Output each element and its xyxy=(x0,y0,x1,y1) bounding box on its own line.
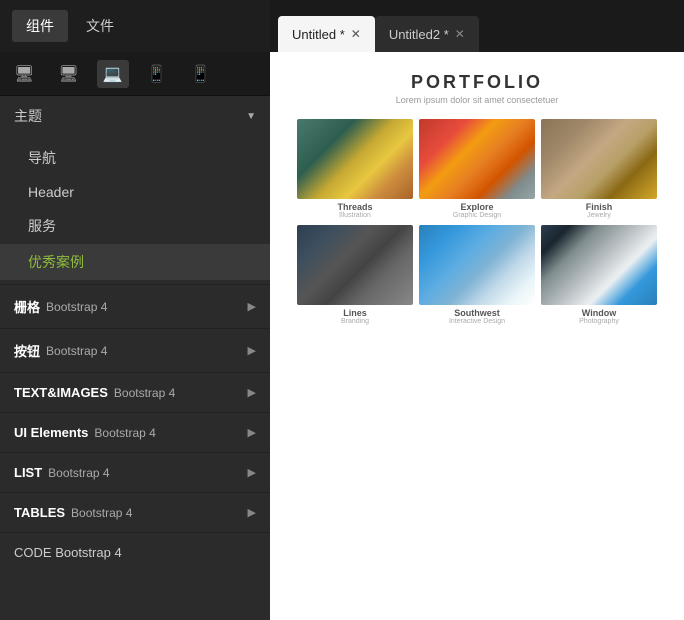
section-list-bold: LIST xyxy=(14,465,42,480)
portfolio-subtitle: Lorem ipsum dolor sit amet consectetuer xyxy=(280,95,674,105)
portfolio-item-threads-name: Threads xyxy=(297,202,413,212)
list-item: Southwest Interactive Design xyxy=(419,225,535,325)
section-grid-bold: 栅格 xyxy=(14,297,40,316)
section-code-bold: CODE xyxy=(14,545,52,560)
section-grid-sub: Bootstrap 4 xyxy=(46,300,107,314)
document-tabs-bar: Untitled * ✕ Untitled2 * ✕ xyxy=(270,0,684,52)
sidebar-content: 主题 ▼ 导航 Header 服务 优秀案例 栅格 Bootstrap 4 ▶ … xyxy=(0,96,270,620)
section-text-images-chevron-icon: ▶ xyxy=(248,386,256,399)
portfolio-preview: PORTFOLIO Lorem ipsum dolor sit amet con… xyxy=(280,72,674,325)
theme-label: 主题 xyxy=(14,106,42,126)
content-panel: PORTFOLIO Lorem ipsum dolor sit amet con… xyxy=(270,52,684,620)
list-item: Finish Jewelry xyxy=(541,119,657,219)
section-list-label: LIST Bootstrap 4 xyxy=(14,465,110,480)
theme-item-navigation[interactable]: 导航 xyxy=(0,140,270,176)
section-text-images-sub: Bootstrap 4 xyxy=(114,386,175,400)
section-text-images-bold: TEXT&IMAGES xyxy=(14,385,108,400)
portfolio-item-explore-name: Explore xyxy=(419,202,535,212)
portfolio-item-threads xyxy=(297,119,413,199)
section-ui-elements-chevron-icon: ▶ xyxy=(248,426,256,439)
doc-tab-untitled2[interactable]: Untitled2 * ✕ xyxy=(375,16,479,52)
section-code-label: CODE Bootstrap 4 xyxy=(14,545,122,560)
section-code-sub: Bootstrap 4 xyxy=(55,545,122,560)
sidebar: 🖥 🖥 💻 📱 📱 主题 ▼ 导航 Header 服务 优秀案例 栅格 xyxy=(0,52,270,620)
portfolio-item-window-name: Window xyxy=(541,308,657,318)
doc-tab-untitled2-label: Untitled2 * xyxy=(389,27,449,42)
section-grid[interactable]: 栅格 Bootstrap 4 ▶ xyxy=(0,284,270,328)
theme-items-list: 导航 Header 服务 优秀案例 xyxy=(0,136,270,284)
portfolio-item-window xyxy=(541,225,657,305)
portfolio-grid: Threads Illustration Explore Graphic Des… xyxy=(297,119,657,325)
theme-item-header[interactable]: Header xyxy=(0,176,270,208)
canvas-area: PORTFOLIO Lorem ipsum dolor sit amet con… xyxy=(270,52,684,620)
theme-item-services[interactable]: 服务 xyxy=(0,208,270,244)
section-buttons-chevron-icon: ▶ xyxy=(248,344,256,357)
monitor-icon[interactable]: 🖥 xyxy=(52,60,84,88)
section-buttons-label: 按钮 Bootstrap 4 xyxy=(14,341,107,360)
section-list-sub: Bootstrap 4 xyxy=(48,466,109,480)
phone-icon[interactable]: 📱 xyxy=(184,60,216,88)
section-tables[interactable]: TABLES Bootstrap 4 ▶ xyxy=(0,492,270,532)
section-code[interactable]: CODE Bootstrap 4 xyxy=(0,532,270,572)
viewport-toolbar: 🖥 🖥 💻 📱 📱 xyxy=(0,52,270,96)
portfolio-item-lines xyxy=(297,225,413,305)
portfolio-item-explore-sub: Graphic Design xyxy=(419,212,535,219)
tab-components[interactable]: 组件 xyxy=(12,10,68,42)
list-item: Lines Branding xyxy=(297,225,413,325)
doc-tab-untitled1-close[interactable]: ✕ xyxy=(351,28,361,40)
theme-item-portfolio[interactable]: 优秀案例 xyxy=(0,244,270,280)
theme-arrow-icon: ▼ xyxy=(246,111,256,122)
main-area: 🖥 🖥 💻 📱 📱 主题 ▼ 导航 Header 服务 优秀案例 栅格 xyxy=(0,52,684,620)
section-buttons-sub: Bootstrap 4 xyxy=(46,344,107,358)
portfolio-item-southwest xyxy=(419,225,535,305)
portfolio-item-lines-name: Lines xyxy=(297,308,413,318)
section-ui-elements-bold: UI Elements xyxy=(14,425,88,440)
section-buttons-bold: 按钮 xyxy=(14,341,40,360)
section-ui-elements[interactable]: UI Elements Bootstrap 4 ▶ xyxy=(0,412,270,452)
section-ui-elements-label: UI Elements Bootstrap 4 xyxy=(14,425,156,440)
section-tables-sub: Bootstrap 4 xyxy=(71,506,132,520)
tablet-icon[interactable]: 📱 xyxy=(141,60,173,88)
portfolio-item-explore xyxy=(419,119,535,199)
section-tables-chevron-icon: ▶ xyxy=(248,506,256,519)
top-bar: 组件 文件 Untitled * ✕ Untitled2 * ✕ xyxy=(0,0,684,52)
portfolio-item-finish xyxy=(541,119,657,199)
section-text-images-label: TEXT&IMAGES Bootstrap 4 xyxy=(14,385,175,400)
list-item: Threads Illustration xyxy=(297,119,413,219)
doc-tab-untitled1[interactable]: Untitled * ✕ xyxy=(278,16,375,52)
section-grid-chevron-icon: ▶ xyxy=(248,300,256,313)
desktop-icon[interactable]: 🖥 xyxy=(8,60,40,88)
portfolio-title: PORTFOLIO xyxy=(280,72,674,93)
doc-tab-untitled2-close[interactable]: ✕ xyxy=(455,28,465,40)
section-ui-elements-sub: Bootstrap 4 xyxy=(94,426,155,440)
list-item: Window Photography xyxy=(541,225,657,325)
section-tables-label: TABLES Bootstrap 4 xyxy=(14,505,132,520)
portfolio-item-southwest-sub: Interactive Design xyxy=(419,318,535,325)
sidebar-tabs: 组件 文件 xyxy=(0,0,270,52)
portfolio-item-threads-sub: Illustration xyxy=(297,212,413,219)
section-tables-bold: TABLES xyxy=(14,505,65,520)
portfolio-item-lines-sub: Branding xyxy=(297,318,413,325)
tab-files[interactable]: 文件 xyxy=(72,10,128,42)
section-text-images[interactable]: TEXT&IMAGES Bootstrap 4 ▶ xyxy=(0,372,270,412)
portfolio-item-finish-name: Finish xyxy=(541,202,657,212)
section-list-chevron-icon: ▶ xyxy=(248,466,256,479)
list-item: Explore Graphic Design xyxy=(419,119,535,219)
doc-tab-untitled1-label: Untitled * xyxy=(292,27,345,42)
laptop-icon[interactable]: 💻 xyxy=(97,60,129,88)
section-buttons[interactable]: 按钮 Bootstrap 4 ▶ xyxy=(0,328,270,372)
section-grid-label: 栅格 Bootstrap 4 xyxy=(14,297,107,316)
portfolio-item-finish-sub: Jewelry xyxy=(541,212,657,219)
portfolio-item-window-sub: Photography xyxy=(541,318,657,325)
theme-section-header[interactable]: 主题 ▼ xyxy=(0,96,270,136)
portfolio-item-southwest-name: Southwest xyxy=(419,308,535,318)
section-list[interactable]: LIST Bootstrap 4 ▶ xyxy=(0,452,270,492)
